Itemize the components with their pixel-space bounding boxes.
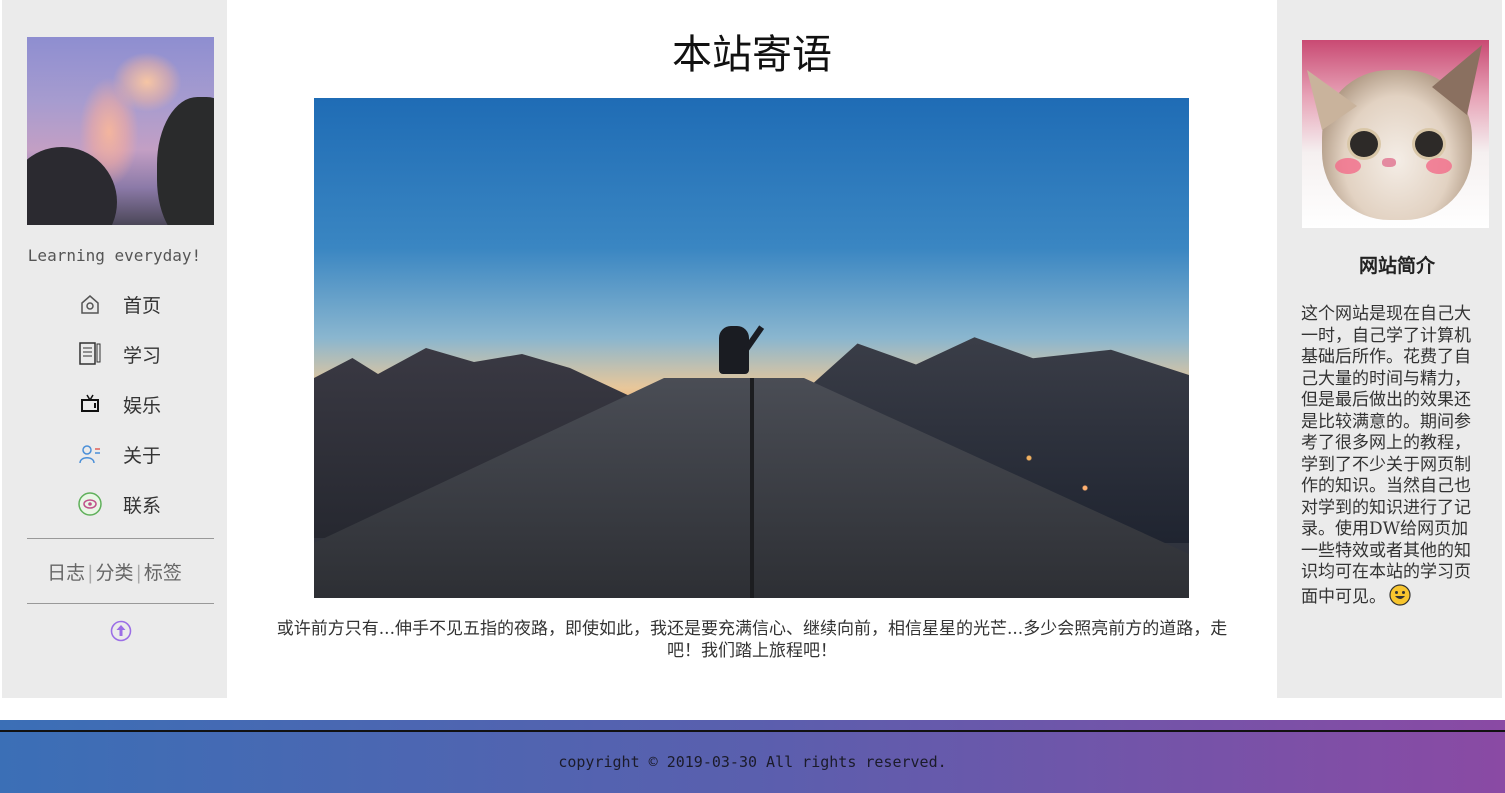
tv-icon <box>77 391 103 417</box>
log-link[interactable]: 日志 <box>47 562 85 584</box>
meta-links: 日志 | 分类 | 标签 <box>47 562 182 584</box>
right-sidebar: 网站简介 这个网站是现在自己大一时，自己学了计算机基础后所作。花费了自己大量的时… <box>1277 0 1502 698</box>
user-icon <box>77 441 103 467</box>
nav-label: 娱乐 <box>123 394 162 417</box>
divider <box>27 603 214 604</box>
rooftop-sunset-photo <box>314 98 1189 598</box>
notebook-icon <box>77 341 103 367</box>
arrow-up-circle-icon[interactable] <box>110 620 132 642</box>
nav-item-entertainment[interactable]: 娱乐 <box>77 390 161 418</box>
photo-caption: 或许前方只有...伸手不见五指的夜路，即使如此，我还是要充满信心、继续向前，相信… <box>276 619 1228 661</box>
category-link[interactable]: 分类 <box>95 562 133 584</box>
nav-item-contact[interactable]: 联系 <box>77 490 161 518</box>
contact-icon <box>77 491 103 517</box>
divider <box>27 538 214 539</box>
nav-label: 首页 <box>123 294 162 317</box>
intro-text: 这个网站是现在自己大一时，自己学了计算机基础后所作。花费了自己大量的时间与精力，… <box>1301 304 1485 608</box>
nav-item-home[interactable]: 首页 <box>77 290 161 318</box>
copyright-text: copyright © 2019-03-30 All rights reserv… <box>558 753 947 771</box>
sky-avatar-image <box>27 37 214 225</box>
intro-paragraph: 这个网站是现在自己大一时，自己学了计算机基础后所作。花费了自己大量的时间与精力，… <box>1301 304 1471 607</box>
nav-label: 关于 <box>123 444 162 467</box>
tag-link[interactable]: 标签 <box>144 562 182 584</box>
left-sidebar: Learning everyday! 首页 学习 娱乐 关于 联系 日志 | 分类 |… <box>2 0 227 698</box>
cat-avatar-image <box>1302 40 1489 228</box>
smile-emoji-icon <box>1389 583 1411 606</box>
home-icon <box>77 291 103 317</box>
intro-title: 网站简介 <box>1358 255 1435 277</box>
slogan: Learning everyday! <box>27 246 202 265</box>
page-title: 本站寄语 <box>672 32 832 78</box>
nav-item-study[interactable]: 学习 <box>77 340 161 368</box>
nav-item-about[interactable]: 关于 <box>77 440 161 468</box>
nav-label: 联系 <box>123 494 162 517</box>
footer: copyright © 2019-03-30 All rights reserv… <box>0 720 1505 793</box>
nav-label: 学习 <box>123 344 162 367</box>
